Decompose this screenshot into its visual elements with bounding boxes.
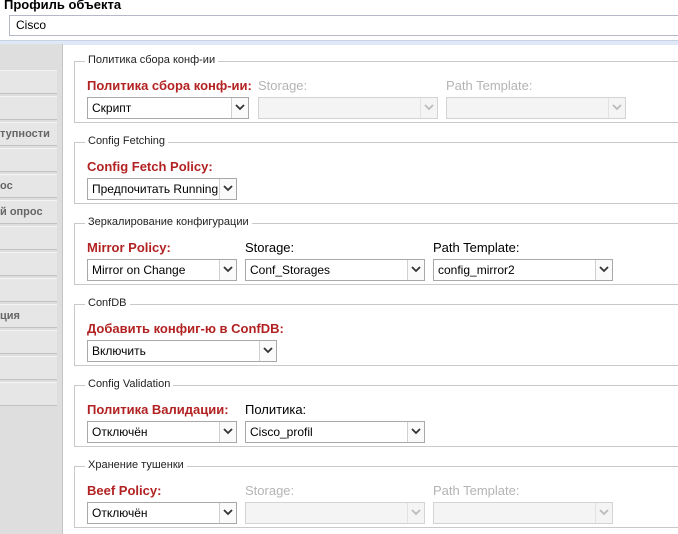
chevron-down-icon[interactable] [231,98,248,118]
sidebar-item[interactable] [0,382,57,406]
sidebar-item[interactable] [0,226,57,250]
sidebar-item[interactable] [0,252,57,276]
beef-policy-label: Beef Policy: [87,483,162,498]
sidebar: тупности ос й опрос ция [0,44,63,534]
select-value: Отключён [92,506,148,520]
validation-policy-label: Политика Валидации: [87,402,229,417]
select-value: Включить [92,344,146,358]
storage-label: Storage: [258,78,308,93]
section-legend: Политика сбора конф-ии [85,54,219,66]
chevron-down-icon[interactable] [219,179,236,199]
select-value: Cisco_profil [250,425,313,439]
sidebar-item-poll[interactable]: ос [0,174,57,198]
storage-select[interactable]: Conf_Storages [245,259,425,281]
path-template-select[interactable] [446,97,626,119]
config-policy-select[interactable]: Скрипт [87,97,249,119]
select-value: Отключён [92,425,148,439]
sidebar-item[interactable] [0,96,57,120]
path-template-label: Path Template: [433,240,520,255]
path-template-label: Path Template: [433,483,520,498]
select-value: Conf_Storages [250,263,331,277]
chevron-down-icon[interactable] [595,260,612,280]
config-policy-label: Политика сбора конф-ии: [87,78,252,93]
validation-profile-select[interactable]: Cisco_profil [245,421,425,443]
chevron-down-icon[interactable] [595,503,612,523]
chevron-down-icon[interactable] [608,98,625,118]
path-template-select[interactable]: config_mirror2 [433,259,613,281]
select-value: Предпочитать Running [92,182,219,196]
window-header: Профиль объекта [0,0,678,14]
chevron-down-icon[interactable] [219,260,236,280]
section-legend: Config Validation [85,378,174,390]
page-title: Профиль объекта [4,0,122,12]
name-field[interactable]: Cisco [9,15,678,36]
confdb-label: Добавить конфиг-ю в ConfDB: [87,321,284,336]
section-legend: Зеркалирование конфигурации [85,216,252,228]
storage-select[interactable] [245,502,425,524]
storage-select[interactable] [258,97,438,119]
validation-policy-select[interactable]: Отключён [87,421,237,443]
section-legend: Хранение тушенки [85,459,187,471]
sidebar-item-localization[interactable]: ция [0,304,57,328]
select-value: Скрипт [92,101,132,115]
sidebar-item[interactable] [0,148,57,172]
beef-policy-select[interactable]: Отключён [87,502,237,524]
mirror-policy-select[interactable]: Mirror on Change [87,259,237,281]
header-separator [0,40,678,45]
sidebar-item-label: ос [0,180,13,192]
path-template-select[interactable] [433,502,613,524]
sidebar-item[interactable] [0,356,57,380]
section-legend: ConfDB [85,297,130,309]
confdb-select[interactable]: Включить [87,340,277,362]
sidebar-item[interactable] [0,278,57,302]
chevron-down-icon[interactable] [219,422,236,442]
sidebar-item-poll-2[interactable]: й опрос [0,200,57,224]
section-legend: Config Fetching [85,135,169,147]
storage-label: Storage: [245,240,295,255]
storage-label: Storage: [245,483,295,498]
chevron-down-icon[interactable] [407,503,424,523]
config-fetch-policy-label: Config Fetch Policy: [87,159,213,174]
select-value: Mirror on Change [92,263,186,277]
sidebar-item-label: тупности [0,128,50,140]
chevron-down-icon[interactable] [259,341,276,361]
sidebar-item[interactable] [0,70,57,94]
sidebar-item-label: ция [0,310,20,322]
sidebar-item[interactable] [0,330,57,354]
select-value: config_mirror2 [438,263,515,277]
config-fetch-policy-select[interactable]: Предпочитать Running [87,178,237,200]
chevron-down-icon[interactable] [407,260,424,280]
chevron-down-icon[interactable] [420,98,437,118]
validation-profile-label: Политика: [245,402,307,417]
sidebar-item-availability[interactable]: тупности [0,122,57,146]
sidebar-item-label: й опрос [0,206,43,218]
chevron-down-icon[interactable] [219,503,236,523]
mirror-policy-label: Mirror Policy: [87,240,171,255]
path-template-label: Path Template: [446,78,533,93]
chevron-down-icon[interactable] [407,422,424,442]
